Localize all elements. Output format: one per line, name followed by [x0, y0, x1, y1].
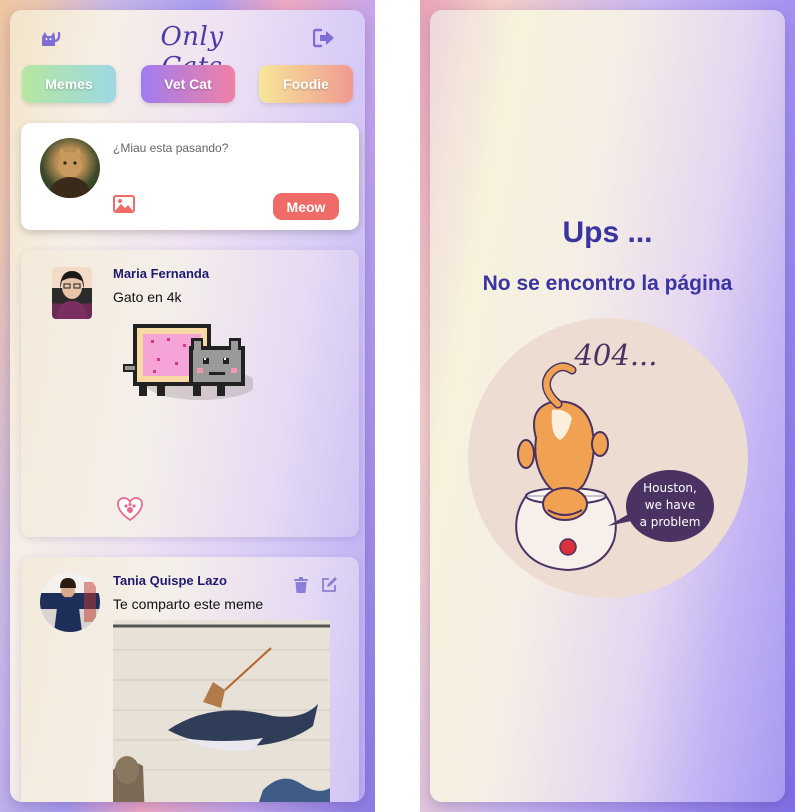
meow-button[interactable]: Meow — [273, 193, 339, 220]
post-text: Te comparto este meme — [113, 596, 264, 612]
post-text: Gato en 4k — [113, 289, 182, 305]
post-author-avatar — [40, 572, 100, 632]
post-author-avatar — [52, 267, 92, 319]
not-found-panel: Ups ... No se encontro la página 404... — [430, 10, 785, 802]
post-author-name[interactable]: Maria Fernanda — [113, 266, 209, 281]
category-memes-button[interactable]: Memes — [22, 65, 116, 103]
compose-input[interactable]: ¿Miau esta pasando? — [113, 141, 228, 155]
post-author-name[interactable]: Tania Quispe Lazo — [113, 573, 227, 588]
error-message: No se encontro la página — [482, 272, 733, 295]
meme-image — [113, 620, 330, 802]
like-heart-icon[interactable] — [116, 495, 144, 523]
feed-screen: Only Cats Memes Vet Cat Foodie — [0, 0, 375, 812]
logout-icon[interactable] — [312, 28, 335, 48]
edit-icon[interactable] — [321, 576, 338, 593]
trash-icon[interactable] — [294, 577, 308, 593]
cat-home-icon[interactable] — [38, 26, 62, 50]
image-upload-icon[interactable] — [113, 195, 135, 213]
category-vet-cat-button[interactable]: Vet Cat — [141, 65, 235, 103]
speech-line-2: we have — [645, 498, 695, 512]
nyan-cat-image — [123, 320, 256, 404]
compose-card: ¿Miau esta pasando? Meow — [21, 123, 359, 230]
feed-panel: Only Cats Memes Vet Cat Foodie — [10, 10, 365, 802]
error-title: Ups ... — [562, 216, 653, 249]
category-foodie-button[interactable]: Foodie — [259, 65, 353, 103]
post-card: Maria Fernanda Gato en 4k — [21, 250, 359, 537]
error-illustration: 404... Houston, we have a problem — [468, 318, 748, 598]
user-avatar — [40, 138, 100, 198]
not-found-screen: Ups ... No se encontro la página 404... — [420, 0, 795, 812]
speech-line-3: a problem — [640, 515, 701, 529]
post-card: Tania Quispe Lazo Te comparto este meme — [21, 557, 359, 802]
speech-line-1: Houston, — [643, 481, 697, 495]
